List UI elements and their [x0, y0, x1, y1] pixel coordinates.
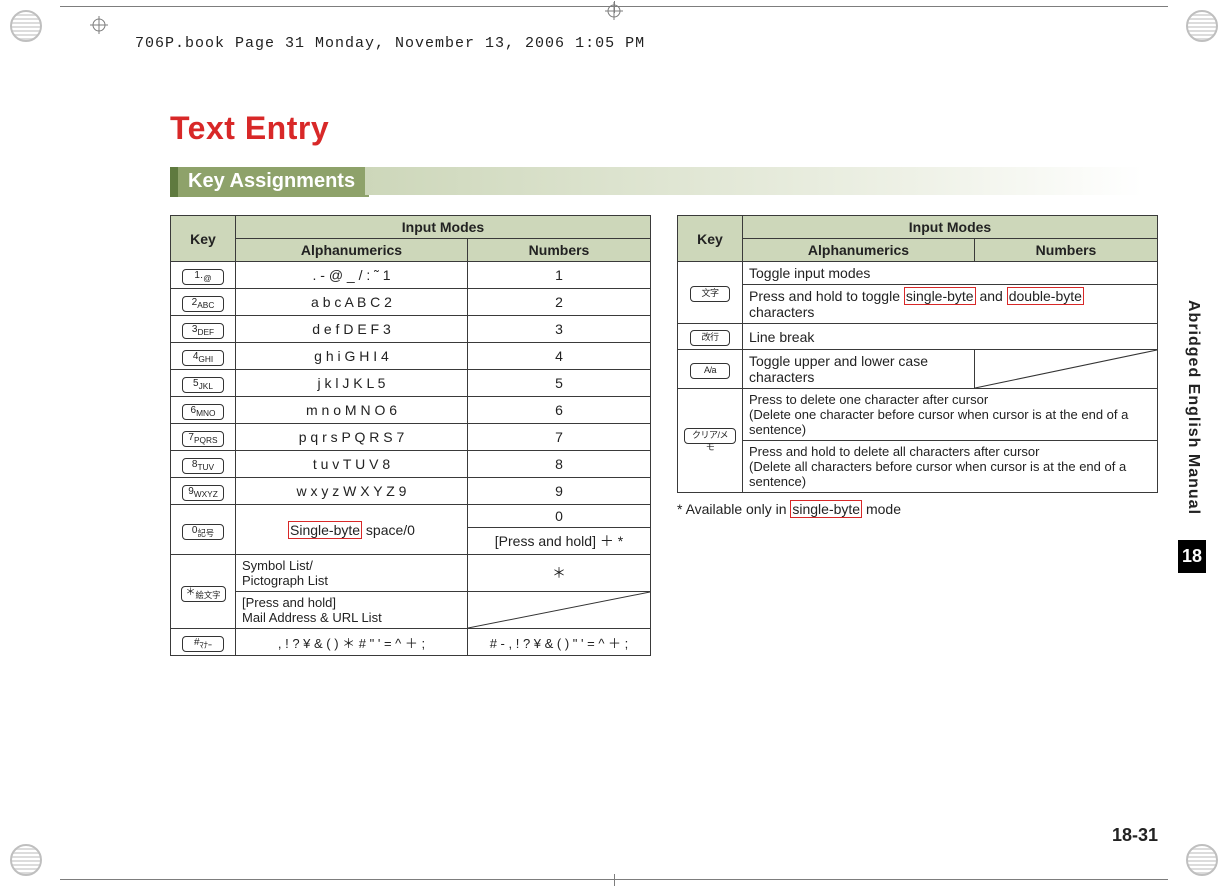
register-mark-icon	[605, 2, 623, 20]
binder-ring-icon	[1186, 844, 1218, 876]
th-alpha: Alphanumerics	[236, 239, 468, 262]
th-num: Numbers	[468, 239, 651, 262]
content-area: Text Entry Key Assignments Key Input Mod…	[170, 100, 1158, 856]
keycap-icon: 8TUV	[182, 458, 224, 474]
file-header: 706P.book Page 31 Monday, November 13, 2…	[135, 35, 645, 52]
keycap-icon: クリア/メモ	[684, 428, 736, 444]
key-table-right: Key Input Modes Alphanumerics Numbers 文字…	[677, 215, 1158, 493]
table-row: 2ABCa b c A B C 22	[171, 289, 651, 316]
th-key: Key	[678, 216, 743, 262]
keycap-icon: ＊絵文字	[181, 586, 226, 602]
right-column: Key Input Modes Alphanumerics Numbers 文字…	[677, 215, 1158, 656]
keycap-icon: 5JKL	[182, 377, 224, 393]
section-gradient	[365, 167, 1143, 195]
key-table-left: Key Input Modes Alphanumerics Numbers 1․…	[170, 215, 651, 656]
binder-ring-icon	[10, 844, 42, 876]
register-mark-icon	[90, 16, 108, 39]
table-row: Press and hold to delete all characters …	[678, 441, 1158, 493]
side-tab-label: Abridged English Manual	[1184, 300, 1202, 515]
keycap-icon: 2ABC	[182, 296, 224, 312]
table-row: [Press and hold] Mail Address & URL List	[171, 592, 651, 629]
th-num: Numbers	[975, 239, 1158, 262]
highlight-box: single-byte	[904, 287, 976, 305]
chapter-tab: 18	[1178, 540, 1206, 573]
crop-mark-bottom	[60, 879, 1168, 880]
table-row: 4GHIg h i G H I 44	[171, 343, 651, 370]
binder-ring-icon	[1186, 10, 1218, 42]
keycap-icon: 6MNO	[182, 404, 224, 420]
diagonal-cell	[975, 350, 1158, 389]
table-row: 6MNOm n o M N O 66	[171, 397, 651, 424]
table-row: #ﾏﾅｰ , ! ? ¥ & ( ) ＊ # " ' = ^ ＋ ; # - ,…	[171, 629, 651, 656]
table-row: 3DEFd e f D E F 33	[171, 316, 651, 343]
table-row: Press and hold to toggle single-byte and…	[678, 285, 1158, 324]
page-title: Text Entry	[170, 110, 1158, 147]
table-row: ＊絵文字 Symbol List/ Pictograph List ＊	[171, 555, 651, 592]
th-input-modes: Input Modes	[236, 216, 651, 239]
th-input-modes: Input Modes	[743, 216, 1158, 239]
table-row: 0記号 Single-byte space/0 0	[171, 505, 651, 528]
keycap-icon: A/a	[690, 363, 730, 379]
keycap-icon: 9WXYZ	[182, 485, 224, 501]
highlight-box: single-byte	[790, 500, 862, 518]
table-row: 1․@. - @ _ / : ˜ 11	[171, 262, 651, 289]
th-alpha: Alphanumerics	[743, 239, 975, 262]
keycap-icon: 改行	[690, 330, 730, 346]
footnote: * Available only in single-byte mode	[677, 501, 1158, 517]
keycap-icon: #ﾏﾅｰ	[182, 636, 224, 652]
table-row: 改行 Line break	[678, 324, 1158, 350]
highlight-box: double-byte	[1007, 287, 1084, 305]
page-root: 706P.book Page 31 Monday, November 13, 2…	[0, 0, 1228, 886]
binder-ring-icon	[10, 10, 42, 42]
keycap-icon: 3DEF	[182, 323, 224, 339]
section-row: Key Assignments	[170, 167, 1158, 215]
table-row: 文字 Toggle input modes	[678, 262, 1158, 285]
two-column-layout: Key Input Modes Alphanumerics Numbers 1․…	[170, 215, 1158, 656]
table-row: クリア/メモ Press to delete one character aft…	[678, 389, 1158, 441]
table-row: 5JKLj k l J K L 55	[171, 370, 651, 397]
keycap-icon: 文字	[690, 286, 730, 302]
table-row: A/a Toggle upper and lower case characte…	[678, 350, 1158, 389]
left-column: Key Input Modes Alphanumerics Numbers 1․…	[170, 215, 651, 656]
table-row: 7PQRSp q r s P Q R S 77	[171, 424, 651, 451]
page-number: 18-31	[1112, 825, 1158, 846]
highlight-box: Single-byte	[288, 521, 362, 539]
table-row: 9WXYZw x y z W X Y Z 99	[171, 478, 651, 505]
keycap-icon: 1․@	[182, 269, 224, 285]
section-heading: Key Assignments	[170, 167, 369, 197]
keycap-icon: 7PQRS	[182, 431, 224, 447]
th-key: Key	[171, 216, 236, 262]
diagonal-cell	[468, 592, 651, 629]
keycap-icon: 0記号	[182, 524, 224, 540]
table-row: 8TUVt u v T U V 88	[171, 451, 651, 478]
keycap-icon: 4GHI	[182, 350, 224, 366]
